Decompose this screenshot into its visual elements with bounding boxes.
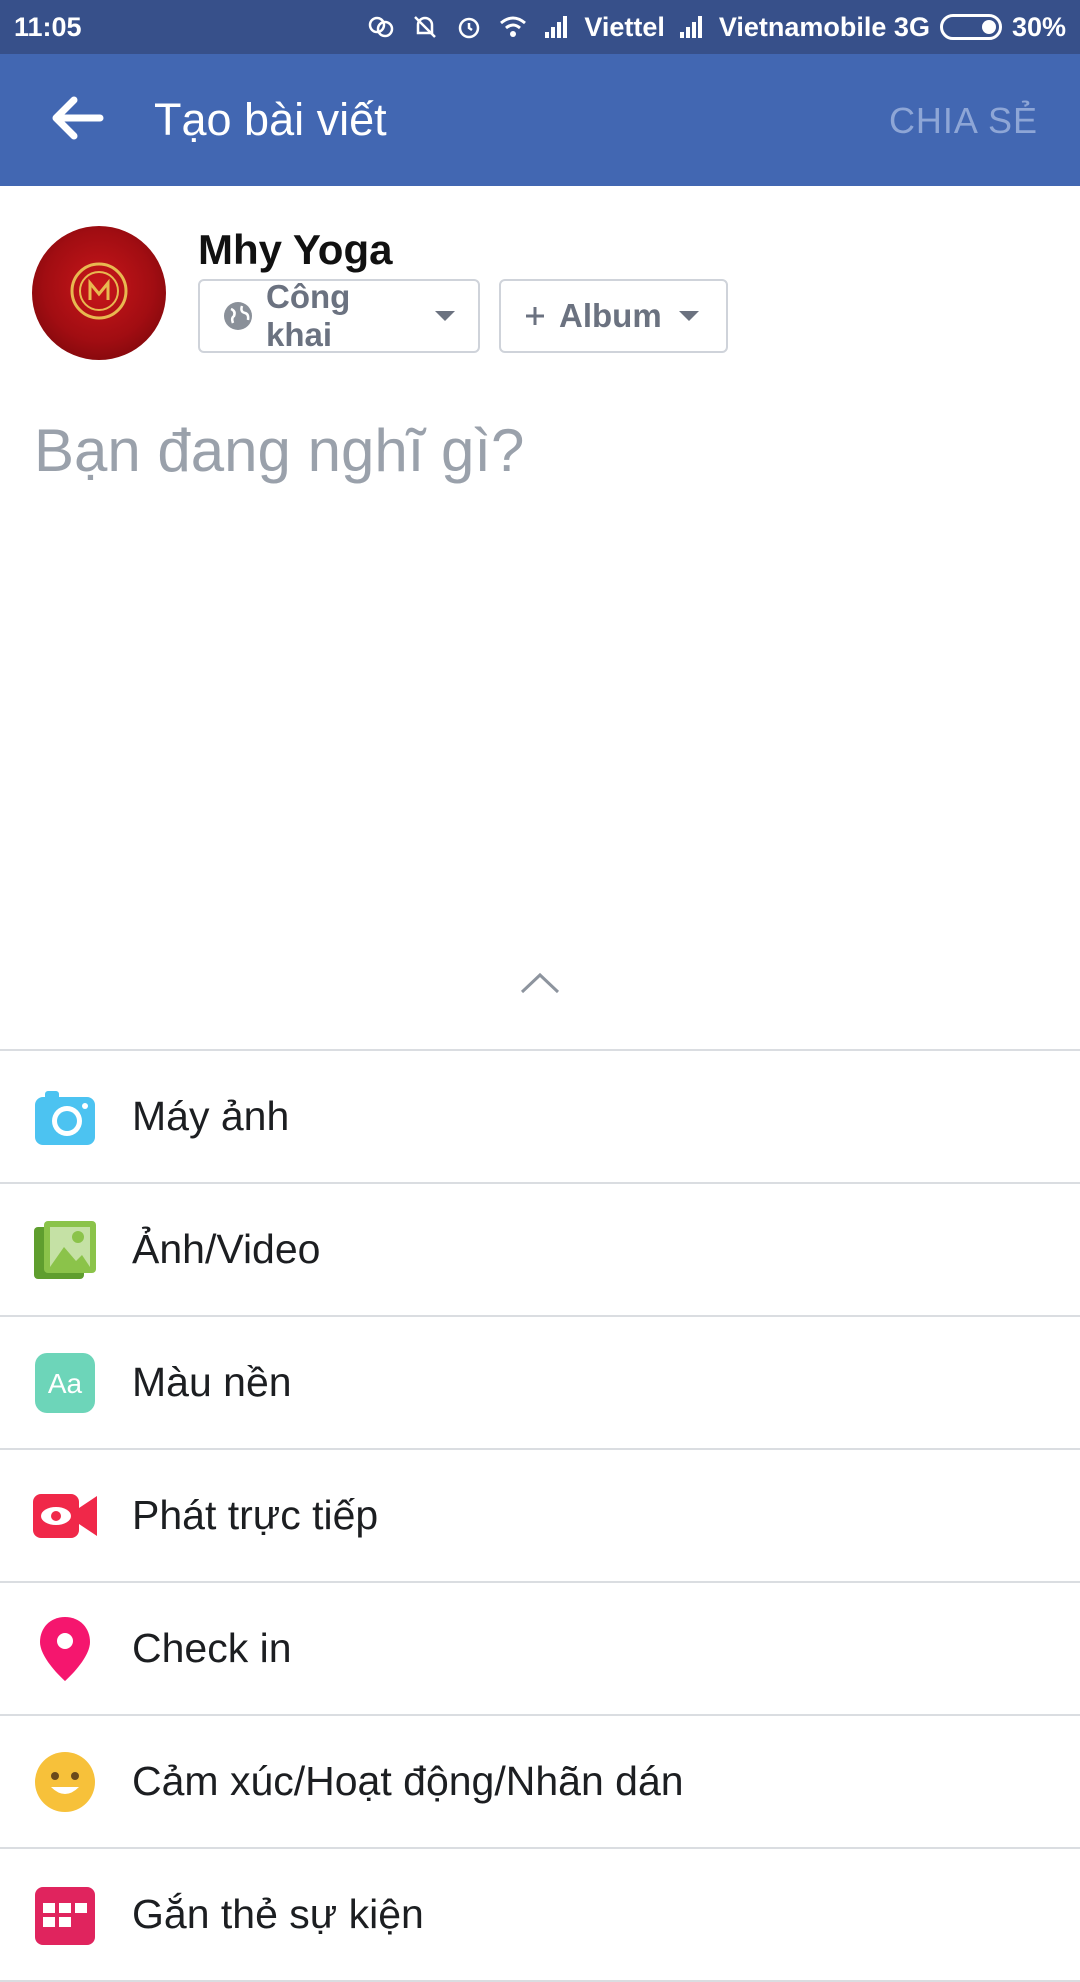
back-arrow-icon: [52, 96, 104, 145]
option-photo-video[interactable]: Ảnh/Video: [0, 1184, 1080, 1317]
status-bar: 11:05 Viettel Vietnamobile 3G 30%: [0, 0, 1080, 54]
avatar[interactable]: [32, 226, 166, 360]
carrier-2: Vietnamobile 3G: [718, 11, 930, 42]
app-bar: Tạo bài viết CHIA SẺ: [0, 54, 1080, 186]
share-button[interactable]: CHIA SẺ: [889, 100, 1038, 142]
option-label: Cảm xúc/Hoạt động/Nhãn dán: [132, 1758, 684, 1804]
album-selector[interactable]: Album: [499, 279, 728, 353]
battery-icon: [939, 14, 1002, 40]
signal-icon: [540, 10, 574, 44]
sync-icon: [364, 10, 398, 44]
camera-icon: [32, 1084, 98, 1150]
back-button[interactable]: [48, 92, 108, 148]
status-time: 11:05: [14, 11, 82, 42]
caret-down-icon: [678, 309, 700, 323]
event-calendar-icon: [32, 1882, 98, 1948]
option-label: Màu nền: [132, 1359, 292, 1405]
option-live-video[interactable]: Phát trực tiếp: [0, 1450, 1080, 1583]
option-feeling-activity[interactable]: Cảm xúc/Hoạt động/Nhãn dán: [0, 1716, 1080, 1849]
globe-icon: [222, 300, 254, 332]
chevron-up-icon: [516, 972, 564, 1002]
option-background-color[interactable]: Aa Màu nền: [0, 1317, 1080, 1450]
mute-bell-icon: [408, 10, 442, 44]
svg-text:Aa: Aa: [48, 1368, 83, 1399]
option-camera[interactable]: Máy ảnh: [0, 1051, 1080, 1184]
plus-icon: [523, 304, 547, 328]
feeling-emoji-icon: [32, 1749, 98, 1815]
post-options-list: Máy ảnh Ảnh/Video Aa Màu nền Phát trực t…: [0, 1051, 1080, 1982]
page-title: Tạo bài viết: [154, 94, 387, 145]
signal-icon: [675, 10, 709, 44]
option-label: Máy ảnh: [132, 1093, 290, 1139]
photo-video-icon: [32, 1217, 98, 1283]
option-label: Gắn thẻ sự kiện: [132, 1891, 424, 1937]
background-color-icon: Aa: [32, 1350, 98, 1416]
album-label: Album: [559, 297, 662, 334]
privacy-label: Công khai: [266, 278, 351, 353]
location-pin-icon: [32, 1616, 98, 1682]
expand-options-button[interactable]: [516, 968, 564, 998]
alarm-icon: [452, 10, 486, 44]
wifi-icon: [496, 10, 530, 44]
privacy-selector[interactable]: Công khai: [198, 278, 480, 353]
option-tag-event[interactable]: Gắn thẻ sự kiện: [0, 1849, 1080, 1982]
author-name[interactable]: Mhy Yoga: [198, 226, 392, 274]
live-video-icon: [32, 1483, 98, 1549]
option-label: Ảnh/Video: [132, 1226, 321, 1272]
option-label: Phát trực tiếp: [132, 1492, 379, 1538]
avatar-logo: [70, 262, 128, 320]
post-text-input[interactable]: Bạn đang nghĩ gì?: [34, 416, 524, 485]
battery-percent: 30%: [1011, 11, 1066, 42]
option-check-in[interactable]: Check in: [0, 1583, 1080, 1716]
caret-down-icon: [434, 309, 456, 323]
option-label: Check in: [132, 1625, 292, 1671]
carrier-1: Viettel: [584, 11, 665, 42]
